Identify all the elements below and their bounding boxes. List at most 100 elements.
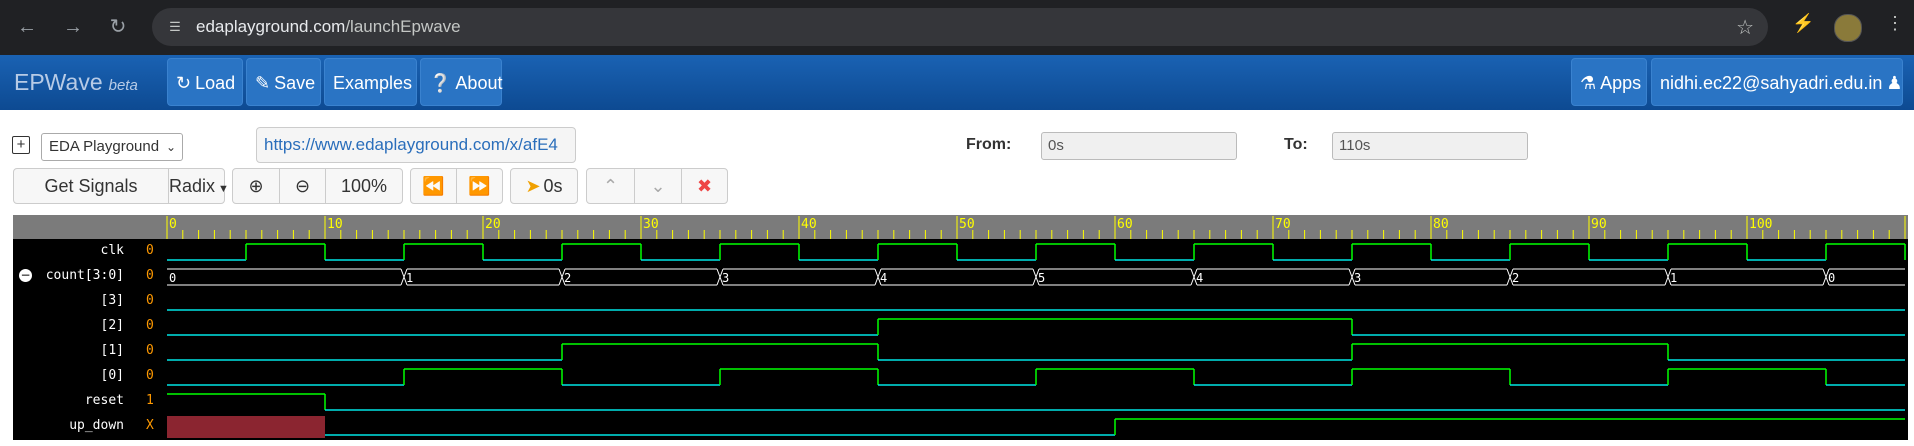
to-label: To: xyxy=(1284,136,1308,153)
save-label: Save xyxy=(274,73,316,93)
playground-select[interactable]: EDA Playground ⌄ xyxy=(41,133,183,161)
ruler-tick-label: 0 xyxy=(169,217,177,232)
add-signal-icon[interactable]: + xyxy=(12,136,30,154)
forward-icon[interactable]: → xyxy=(58,12,88,42)
browser-toolbar: ← → ↻ ☰ edaplayground.com/launchEpwave ☆… xyxy=(0,0,1914,55)
share-link-text: https://www.edaplayground.com/x/afE4 xyxy=(264,135,558,154)
url-path: /launchEpwave xyxy=(345,17,461,36)
profile-avatar[interactable] xyxy=(1834,14,1862,42)
back-icon[interactable]: ← xyxy=(12,12,42,42)
flask-icon: ⚗ xyxy=(1580,73,1597,93)
from-label: From: xyxy=(966,136,1012,153)
ruler-tick-label: 30 xyxy=(643,217,659,232)
go-start-button[interactable]: ⏪ xyxy=(410,168,457,204)
share-link-field[interactable]: https://www.edaplayground.com/x/afE4 xyxy=(256,127,576,163)
count-bus-segment xyxy=(407,268,566,286)
zoom-out-button[interactable]: ⊖ xyxy=(279,168,326,204)
brand-name: EPWave xyxy=(14,69,103,95)
ruler-tick-label: 50 xyxy=(959,217,975,232)
count-bus-value: 2 xyxy=(564,271,571,285)
count-bus-value: 2 xyxy=(1512,271,1519,285)
count-bus-segment xyxy=(1513,268,1672,286)
ruler-tick-label: 100 xyxy=(1749,217,1772,232)
apps-button[interactable]: ⚗ Apps xyxy=(1571,58,1647,106)
caret-down-icon: ▼ xyxy=(218,183,229,195)
cursor-time-text: 0s xyxy=(543,176,563,196)
count-bus-segment xyxy=(881,268,1040,286)
move-up-button[interactable]: ⌃ xyxy=(586,168,635,204)
count-bus-segment xyxy=(1355,268,1514,286)
reload-icon[interactable]: ↻ xyxy=(103,12,133,42)
waveform-viewer[interactable]: clk 0 count[3:0] 0− [3] 0 [2] 0 [1] 0 [0] 0 reset 1 up… xyxy=(13,215,1908,440)
url-text[interactable]: edaplayground.com/launchEpwave xyxy=(196,17,461,37)
count-bus-value: 1 xyxy=(1670,271,1677,285)
count-bus-value: 4 xyxy=(1196,271,1203,285)
go-end-button[interactable]: ⏩ xyxy=(456,168,503,204)
count-bus-value: 3 xyxy=(1354,271,1361,285)
move-down-button[interactable]: ⌄ xyxy=(634,168,682,204)
count-bus-segment xyxy=(1829,268,1905,286)
ruler-tick-label: 60 xyxy=(1117,217,1133,232)
zoom-level-display: 100% xyxy=(325,168,403,204)
brand-tag: beta xyxy=(108,77,138,94)
chevron-down-icon: ⌄ xyxy=(650,176,666,196)
chevron-up-icon: ⌃ xyxy=(602,176,619,196)
from-input[interactable]: 0s xyxy=(1041,132,1237,160)
ruler-tick-label: 70 xyxy=(1275,217,1291,232)
count-bus-segment xyxy=(1039,268,1198,286)
user-account-button[interactable]: nidhi.ec22@sahyadri.edu.in ♟ xyxy=(1651,58,1903,106)
count-bus-segment xyxy=(1671,268,1830,286)
ruler-tick-label: 20 xyxy=(485,217,501,232)
to-input[interactable]: 110s xyxy=(1332,132,1528,160)
extension-icon[interactable]: ⚡ xyxy=(1792,13,1814,34)
ruler-tick-label: 40 xyxy=(801,217,817,232)
url-host: edaplayground.com xyxy=(196,17,346,36)
zoom-level-text: 100% xyxy=(340,176,388,196)
count-bus-segment xyxy=(723,268,882,286)
app-navbar: EPWave beta ↻ Load ✎ Save Examples ❔ About ⚗… xyxy=(0,55,1914,110)
about-label: About xyxy=(455,73,503,93)
get-signals-label: Get Signals xyxy=(44,176,138,196)
playground-select-value: EDA Playground xyxy=(49,138,160,155)
count-bus-segment xyxy=(1197,268,1356,286)
site-info-icon[interactable]: ☰ xyxy=(166,18,184,36)
count-bus-value: 1 xyxy=(406,271,413,285)
save-button[interactable]: ✎ Save xyxy=(246,58,321,106)
remove-signal-button[interactable]: ✖ xyxy=(681,168,728,204)
pencil-icon: ✎ xyxy=(255,73,271,93)
from-value: 0s xyxy=(1048,137,1064,154)
question-circle-icon: ❔ xyxy=(429,73,452,93)
close-icon: ✖ xyxy=(696,176,713,196)
user-icon: ♟ xyxy=(1886,73,1903,93)
ruler-tick-label: 10 xyxy=(327,217,343,232)
fast-backward-icon: ⏪ xyxy=(422,176,445,196)
waveform-plot[interactable]: 0 10 20 30 40 50 60 70 80 90 1000 1 2 3 4 5 4 3 2 1 0 xyxy=(13,215,1908,440)
zoom-in-button[interactable]: ⊕ xyxy=(232,168,280,204)
menu-kebab-icon[interactable]: ⋮ xyxy=(1886,13,1904,34)
up-down-unknown-region xyxy=(167,416,325,438)
brand-logo[interactable]: EPWave beta xyxy=(14,69,138,96)
radix-dropdown[interactable]: Radix ▼ xyxy=(168,168,229,204)
about-button[interactable]: ❔ About xyxy=(420,58,502,106)
zoom-out-icon: ⊖ xyxy=(294,176,311,196)
chevron-down-icon: ⌄ xyxy=(165,140,176,154)
cursor-time-button[interactable]: ➤ 0s xyxy=(510,168,578,204)
zoom-in-icon: ⊕ xyxy=(248,176,264,196)
count-bus-value: 5 xyxy=(1038,271,1045,285)
fast-forward-icon: ⏩ xyxy=(468,176,491,196)
get-signals-button[interactable]: Get Signals xyxy=(13,168,169,204)
examples-button[interactable]: Examples xyxy=(324,58,417,106)
count-bus-segment xyxy=(565,268,724,286)
radix-label: Radix xyxy=(169,176,216,196)
bookmark-star-icon[interactable]: ☆ xyxy=(1736,15,1754,40)
load-label: Load xyxy=(195,73,236,93)
address-bar[interactable]: ☰ edaplayground.com/launchEpwave ☆ xyxy=(152,8,1768,46)
count-bus-segment xyxy=(167,268,408,286)
load-button[interactable]: ↻ Load xyxy=(167,58,243,106)
ruler-tick-label: 90 xyxy=(1591,217,1607,232)
ruler-tick-label: 80 xyxy=(1433,217,1449,232)
apps-label: Apps xyxy=(1600,73,1642,93)
count-bus-value: 0 xyxy=(1828,271,1835,285)
count-bus-value: 3 xyxy=(722,271,729,285)
count-bus-value: 4 xyxy=(880,271,887,285)
